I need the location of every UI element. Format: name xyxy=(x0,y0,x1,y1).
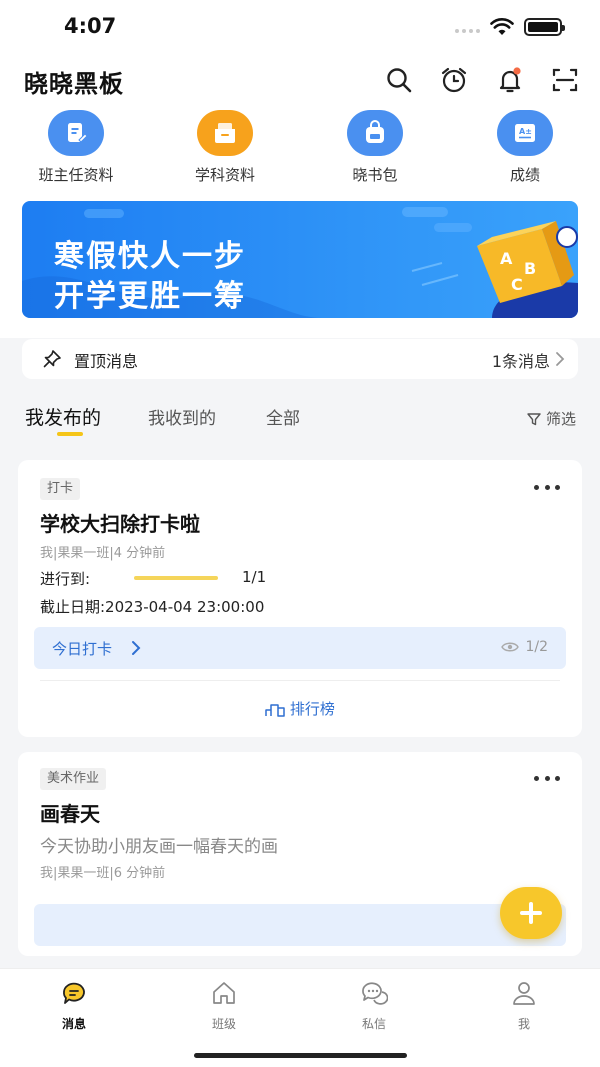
ranking-label: 排行榜 xyxy=(289,700,335,718)
banner-line-2: 开学更胜一筹 xyxy=(54,279,246,314)
quick-entry-grades[interactable]: A± 成绩 xyxy=(465,110,585,185)
nav-me[interactable]: 我 xyxy=(474,979,574,1032)
banner-cube-letter-b: B xyxy=(524,259,537,278)
pinned-label: 置顶消息 xyxy=(74,352,139,371)
nav-messages[interactable]: 消息 xyxy=(24,979,124,1032)
app-header: 晓晓黑板 xyxy=(0,56,600,104)
today-checkin-bar[interactable]: 今日打卡 1/2 xyxy=(34,627,566,669)
message-card[interactable]: 打卡 学校大扫除打卡啦 我|果果一班|4 分钟前 进行到: 1/1 截止日期:2… xyxy=(18,460,582,737)
card-description: 今天协助小朋友画一幅春天的画 xyxy=(40,837,278,857)
deadline-text: 截止日期:2023-04-04 23:00:00 xyxy=(40,598,265,616)
card-meta: 我|果果一班|6 分钟前 xyxy=(40,866,166,881)
status-bar: 4:07 xyxy=(0,0,600,56)
grade-icon: A± xyxy=(497,110,553,156)
scan-icon[interactable] xyxy=(550,65,580,95)
progress-label: 进行到: xyxy=(40,570,91,588)
bottom-navigation: 消息 班级 私信 我 xyxy=(0,968,600,1067)
pin-icon xyxy=(43,350,61,368)
tab-received[interactable]: 我收到的 xyxy=(148,404,216,429)
battery-icon xyxy=(524,18,565,36)
message-tabs: 我发布的 我收到的 全部 筛选 xyxy=(0,392,600,448)
banner-cube-letter-c: C xyxy=(511,275,523,294)
svg-text:A±: A± xyxy=(519,127,532,136)
nav-label: 班级 xyxy=(211,1017,236,1031)
bell-icon[interactable] xyxy=(495,65,525,95)
quick-entry-label: 班主任资料 xyxy=(38,166,114,184)
search-icon[interactable] xyxy=(384,65,414,95)
filter-button[interactable]: 筛选 xyxy=(526,408,576,429)
add-button[interactable] xyxy=(500,887,562,939)
views-text: 1/2 xyxy=(525,639,548,655)
chevron-right-icon xyxy=(132,641,141,655)
tab-active-indicator xyxy=(57,432,83,436)
nav-class[interactable]: 班级 xyxy=(174,979,274,1032)
signal-icon xyxy=(455,29,480,33)
nav-private-messages[interactable]: 私信 xyxy=(324,979,424,1032)
card-tag: 美术作业 xyxy=(40,768,107,790)
checkin-label: 今日打卡 xyxy=(52,640,113,658)
nav-label: 消息 xyxy=(61,1017,86,1031)
nav-label: 私信 xyxy=(361,1017,386,1031)
pinned-count: 1条消息 xyxy=(491,352,550,371)
home-icon xyxy=(213,982,235,1004)
banner-area: 寒假快人一步 开学更胜一筹 A B C xyxy=(0,192,600,338)
home-indicator xyxy=(194,1053,407,1058)
view-count: 1/2 xyxy=(501,639,548,655)
promo-banner[interactable]: 寒假快人一步 开学更胜一筹 A B C xyxy=(22,201,578,318)
more-icon[interactable] xyxy=(534,776,560,784)
wifi-icon xyxy=(490,18,514,35)
quick-entry-head-teacher[interactable]: 班主任资料 xyxy=(16,110,136,185)
quick-entry-label: 学科资料 xyxy=(194,166,255,184)
card-divider xyxy=(40,680,560,681)
backpack-icon xyxy=(347,110,403,156)
ranking-button[interactable]: 排行榜 xyxy=(18,698,582,719)
leaderboard-icon xyxy=(265,703,285,717)
message-icon xyxy=(63,982,85,1004)
nav-label: 我 xyxy=(517,1017,530,1031)
chat-icon xyxy=(362,982,389,1005)
banner-cube-letter-a: A xyxy=(500,249,513,268)
quick-entry-subject[interactable]: 学科资料 xyxy=(165,110,285,185)
filter-label: 筛选 xyxy=(545,410,576,428)
card-meta: 我|果果一班|4 分钟前 xyxy=(40,546,166,561)
document-icon xyxy=(48,110,104,156)
card-action-bar[interactable] xyxy=(34,904,566,946)
quick-entry-label: 晓书包 xyxy=(352,166,398,184)
pinned-messages-bar[interactable]: 置顶消息 1条消息 xyxy=(22,339,578,379)
filter-icon xyxy=(527,412,541,425)
card-title: 学校大扫除打卡啦 xyxy=(40,512,200,536)
chevron-right-icon xyxy=(556,352,565,366)
quick-entries: 班主任资料 学科资料 晓书包 A± 成绩 xyxy=(0,104,600,192)
more-icon[interactable] xyxy=(534,485,560,493)
quick-entry-schoolbag[interactable]: 晓书包 xyxy=(315,110,435,185)
banner-line-1: 寒假快人一步 xyxy=(54,239,246,274)
message-card[interactable]: 美术作业 画春天 今天协助小朋友画一幅春天的画 我|果果一班|6 分钟前 xyxy=(18,752,582,956)
user-icon xyxy=(513,982,535,1005)
alarm-clock-icon[interactable] xyxy=(439,65,469,95)
progress-text: 1/1 xyxy=(242,568,267,586)
status-time: 4:07 xyxy=(64,14,117,38)
card-title: 画春天 xyxy=(40,802,100,826)
tab-all[interactable]: 全部 xyxy=(266,404,300,429)
folder-icon xyxy=(197,110,253,156)
eye-icon xyxy=(501,642,520,652)
quick-entry-label: 成绩 xyxy=(509,166,540,184)
card-tag: 打卡 xyxy=(40,478,81,500)
progress-bar xyxy=(134,576,218,580)
app-title: 晓晓黑板 xyxy=(24,70,124,98)
tab-my-published[interactable]: 我发布的 xyxy=(25,403,101,430)
